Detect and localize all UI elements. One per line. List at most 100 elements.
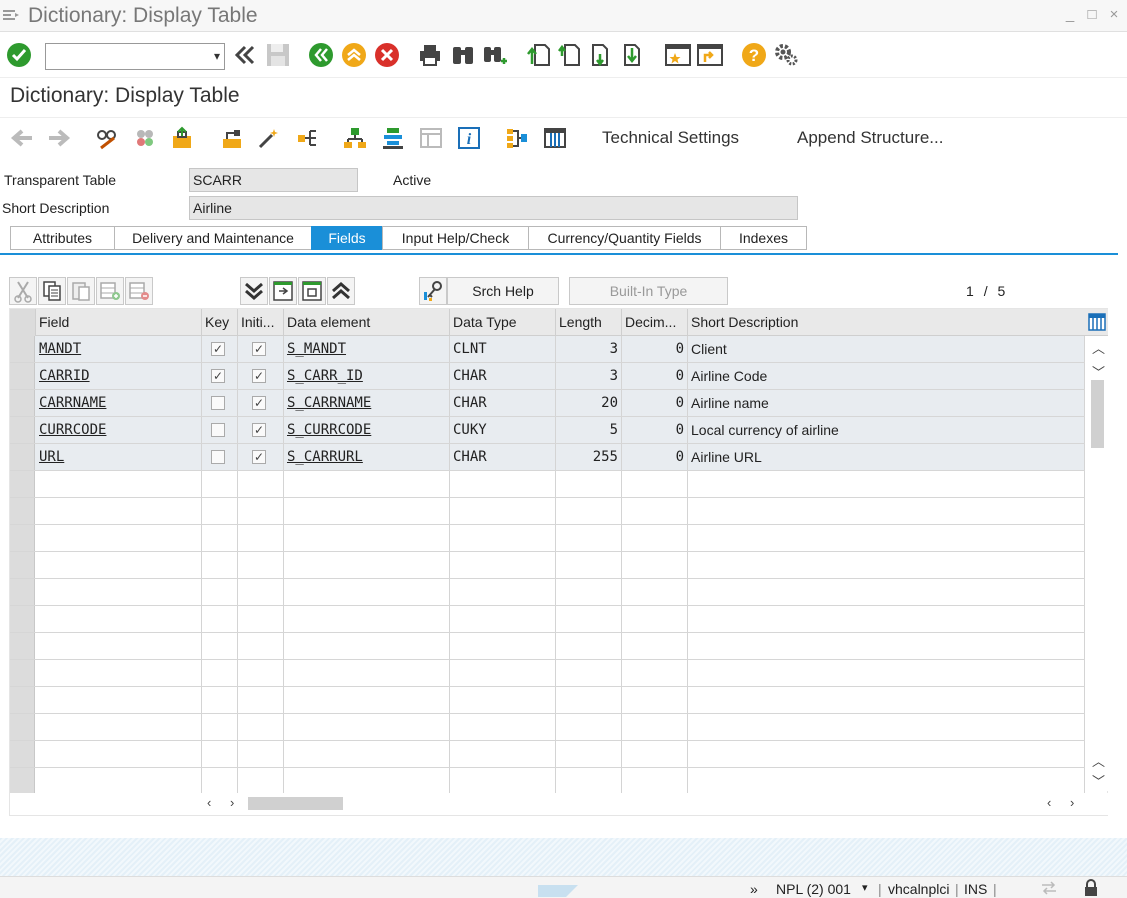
cell-data-element[interactable]: [284, 552, 450, 578]
cell-field-link[interactable]: MANDT: [39, 341, 81, 357]
cell-field-link[interactable]: URL: [39, 449, 64, 465]
scroll-left-icon[interactable]: ‹: [207, 795, 211, 810]
row-selector[interactable]: [10, 498, 35, 524]
column-header-short-description[interactable]: Short Description: [688, 309, 1085, 336]
display-change-icon[interactable]: [95, 126, 119, 150]
cell-data-element-link[interactable]: S_CARR_ID: [287, 368, 363, 384]
cell-short-description[interactable]: [688, 633, 1085, 659]
cell-data-element-link[interactable]: S_CURRCODE: [287, 422, 371, 438]
maximize-button[interactable]: □: [1082, 6, 1102, 23]
cell-key[interactable]: [202, 552, 238, 578]
arrow-right-icon[interactable]: [47, 126, 71, 150]
cell-short-description[interactable]: [688, 660, 1085, 686]
cell-data-element-link[interactable]: S_CARRNAME: [287, 395, 371, 411]
chevron-down-icon[interactable]: ▾: [862, 881, 868, 894]
cell-data-element[interactable]: [284, 579, 450, 605]
cell-length[interactable]: 3: [556, 363, 622, 389]
cell-field[interactable]: CARRNAME: [36, 390, 202, 416]
collapse-all-icon[interactable]: [327, 277, 355, 305]
cell-initial[interactable]: [238, 687, 284, 713]
arrow-left-icon[interactable]: [10, 126, 34, 150]
table-name-field[interactable]: SCARR: [189, 168, 358, 192]
cell-length[interactable]: [556, 633, 622, 659]
minimize-button[interactable]: _: [1060, 6, 1080, 23]
expand-all-icon[interactable]: [240, 277, 268, 305]
row-selector[interactable]: [10, 741, 35, 767]
scroll-up-bottom-icon[interactable]: ︿: [1092, 751, 1105, 770]
short-description-field[interactable]: Airline: [189, 196, 798, 220]
cell-key[interactable]: [202, 390, 238, 416]
key-checkbox[interactable]: [211, 450, 225, 464]
cell-decimals[interactable]: [622, 633, 688, 659]
cell-key[interactable]: [202, 741, 238, 767]
cell-data-element[interactable]: [284, 606, 450, 632]
cell-initial[interactable]: [238, 579, 284, 605]
row-selector[interactable]: [10, 336, 35, 362]
cell-decimals[interactable]: [622, 660, 688, 686]
find-next-icon[interactable]: [482, 42, 508, 68]
command-field[interactable]: ▾: [45, 43, 225, 70]
scroll-down-icon[interactable]: ﹀: [1092, 362, 1105, 381]
cell-length[interactable]: [556, 552, 622, 578]
scroll-left-right-area-icon[interactable]: ‹: [1047, 795, 1051, 810]
cell-length[interactable]: [556, 471, 622, 497]
cell-initial[interactable]: [238, 471, 284, 497]
cell-decimals[interactable]: [622, 687, 688, 713]
activate-icon[interactable]: [257, 126, 281, 150]
initial-values-checkbox[interactable]: ✓: [252, 342, 266, 356]
previous-page-icon[interactable]: [558, 42, 584, 68]
cell-decimals[interactable]: [622, 606, 688, 632]
table-row[interactable]: CARRNAME ✓ S_CARRNAME CHAR 20 0 Airline name: [10, 390, 1085, 417]
cell-initial[interactable]: [238, 606, 284, 632]
row-selector[interactable]: [10, 363, 35, 389]
copy-row-icon[interactable]: [38, 277, 66, 305]
cell-short-description[interactable]: [688, 606, 1085, 632]
cell-short-description[interactable]: [688, 552, 1085, 578]
where-used-icon[interactable]: [296, 126, 320, 150]
create-session-icon[interactable]: [665, 42, 691, 68]
save-icon[interactable]: [265, 42, 291, 68]
cell-field[interactable]: [36, 687, 202, 713]
cell-initial[interactable]: ✓: [238, 417, 284, 443]
tab-currency-quantity-fields[interactable]: Currency/Quantity Fields: [528, 226, 721, 250]
tab-delivery-maintenance[interactable]: Delivery and Maintenance: [114, 226, 312, 250]
column-layout-icon[interactable]: [1088, 313, 1106, 331]
srch-help-button[interactable]: Srch Help: [447, 277, 559, 305]
column-header-initial[interactable]: Initi...: [238, 309, 284, 336]
cell-data-element[interactable]: [284, 633, 450, 659]
active-inactive-icon[interactable]: [133, 126, 157, 150]
cancel-icon[interactable]: [374, 42, 400, 68]
initial-values-checkbox[interactable]: ✓: [252, 423, 266, 437]
cell-initial[interactable]: ✓: [238, 444, 284, 470]
cell-field[interactable]: [36, 525, 202, 551]
scroll-right-right-area-icon[interactable]: ›: [1070, 795, 1074, 810]
cell-decimals[interactable]: 0: [622, 390, 688, 416]
table-row[interactable]: [10, 552, 1085, 579]
cell-decimals[interactable]: [622, 768, 688, 794]
status-system-info[interactable]: NPL (2) 001: [776, 881, 851, 897]
cell-key[interactable]: [202, 714, 238, 740]
cell-data-element-link[interactable]: S_MANDT: [287, 341, 346, 357]
cell-field[interactable]: [36, 660, 202, 686]
cell-data-element[interactable]: [284, 741, 450, 767]
tab-input-help-check[interactable]: Input Help/Check: [382, 226, 529, 250]
cell-initial[interactable]: [238, 660, 284, 686]
shortcut-icon[interactable]: [697, 42, 723, 68]
cell-data-type[interactable]: CLNT: [450, 336, 556, 362]
table-layout-icon[interactable]: [543, 126, 567, 150]
cell-decimals[interactable]: 0: [622, 417, 688, 443]
cell-field[interactable]: [36, 633, 202, 659]
cell-decimals[interactable]: [622, 714, 688, 740]
cell-key[interactable]: ✓: [202, 363, 238, 389]
cell-short-description[interactable]: Client: [688, 336, 1085, 362]
cell-decimals[interactable]: [622, 498, 688, 524]
cell-data-type[interactable]: [450, 471, 556, 497]
remove-included-icon[interactable]: [298, 277, 326, 305]
cell-key[interactable]: [202, 498, 238, 524]
cell-data-element[interactable]: S_CARR_ID: [284, 363, 450, 389]
delete-row-icon[interactable]: [125, 277, 153, 305]
cell-short-description[interactable]: Airline URL: [688, 444, 1085, 470]
cell-short-description[interactable]: [688, 768, 1085, 794]
column-header-key[interactable]: Key: [202, 309, 238, 336]
cell-short-description[interactable]: [688, 579, 1085, 605]
